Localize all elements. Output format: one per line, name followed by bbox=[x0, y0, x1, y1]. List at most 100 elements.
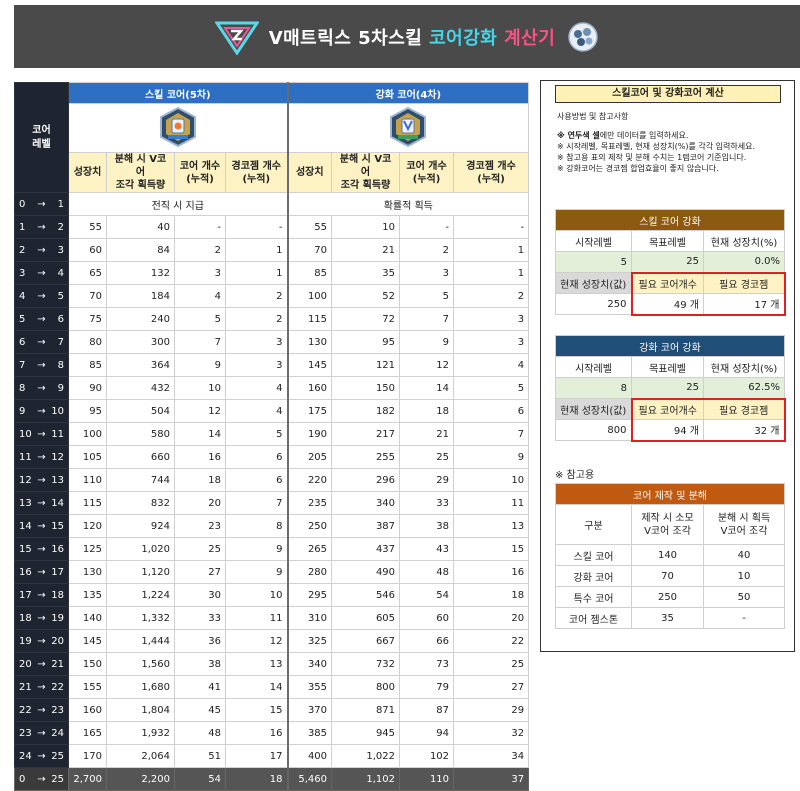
skill-gem-count-cell: 4 bbox=[224, 376, 289, 400]
skill-core-count-cell: 10 bbox=[174, 376, 226, 400]
level-range: 13 → 14 bbox=[14, 491, 69, 515]
enhance-gem-count-cell: 29 bbox=[453, 698, 530, 722]
skill-shard-cell: 300 bbox=[106, 330, 175, 354]
skill-target-level-input[interactable]: 25 bbox=[631, 251, 704, 273]
skill-growth-pct-input[interactable]: 0.0% bbox=[702, 251, 786, 273]
table-row: 10 → 11 100 580 14 5 190 217 21 7 bbox=[14, 422, 530, 446]
skill-core-count-cell: 2 bbox=[174, 238, 226, 262]
enhance-core-count-cell: 110 bbox=[399, 767, 455, 791]
skill-gem-count-cell: 7 bbox=[224, 491, 289, 515]
table-row: 15 → 16 125 1,020 25 9 265 437 43 15 bbox=[14, 537, 530, 561]
enhance-growth-cell: 280 bbox=[286, 560, 333, 584]
enhance-growth-cell: 250 bbox=[286, 514, 333, 538]
skill-gem-count-header: 경코젬 개수 (누적) bbox=[224, 152, 289, 193]
enhance-shard-header: 분해 시 V코어 조각 획득량 bbox=[331, 152, 401, 193]
skill-shard-cell: 744 bbox=[106, 468, 175, 492]
ref-cell-k: 특수 코어 bbox=[555, 586, 632, 608]
table-row: 23 → 24 165 1,932 48 16 385 945 94 32 bbox=[14, 721, 530, 745]
enhance-core-count-cell: 54 bbox=[399, 583, 455, 607]
enhance-growth-cell: 295 bbox=[286, 583, 333, 607]
enhance-target-level-input[interactable]: 25 bbox=[631, 377, 704, 399]
skill-core-count-cell: 9 bbox=[174, 353, 226, 377]
enhance-core-count-cell: 102 bbox=[399, 744, 455, 768]
skill-growth-cell: 120 bbox=[68, 514, 107, 538]
enhance-start-level-input[interactable]: 8 bbox=[555, 377, 632, 399]
enhance-core-count-cell: 12 bbox=[399, 353, 455, 377]
skill-shard-cell: 1,020 bbox=[106, 537, 175, 561]
v-matrix-logo-icon bbox=[214, 21, 259, 55]
enhance-shard-cell: 546 bbox=[331, 583, 401, 607]
enhance-core-count-cell: 9 bbox=[399, 330, 455, 354]
enhance-shard-cell: 387 bbox=[331, 514, 401, 538]
table-row: 4 → 5 70 184 4 2 100 52 5 2 bbox=[14, 284, 530, 308]
table-row: 20 → 21 150 1,560 38 13 340 732 73 25 bbox=[14, 652, 530, 676]
table-row: 22 → 23 160 1,804 45 15 370 871 87 29 bbox=[14, 698, 530, 722]
skill-start-level-input[interactable]: 5 bbox=[555, 251, 632, 273]
skill-growth-cell: 115 bbox=[68, 491, 107, 515]
enhance-core-count-cell: 94 bbox=[399, 721, 455, 745]
skill-gem-count-cell: 17 bbox=[224, 744, 289, 768]
skill-gem-count-cell: 3 bbox=[224, 330, 289, 354]
level-range: 5 → 6 bbox=[14, 307, 69, 331]
table-row: 24 → 25 170 2,064 51 17 400 1,022 102 34 bbox=[14, 744, 530, 768]
enhance-core-count-cell: 87 bbox=[399, 698, 455, 722]
need-gem-label: 필요 경코젬 bbox=[702, 271, 786, 294]
enhance-gem-count-cell: 1 bbox=[453, 238, 530, 262]
enhance-growth-pct-input[interactable]: 62.5% bbox=[702, 377, 786, 399]
level-range: 0 → 25 bbox=[14, 767, 69, 791]
skill-growth-cell: 95 bbox=[68, 399, 107, 423]
enhance-shard-cell: 1,022 bbox=[331, 744, 401, 768]
usage-notes: 사용방법 및 참고사항 ※ 연두색 셀에만 데이터를 입력하세요. ※ 시작레벨… bbox=[557, 111, 789, 174]
skill-core-count-cell: 23 bbox=[174, 514, 226, 538]
note-4: ※ 강화코어는 경코젬 합업효율이 좋지 않습니다. bbox=[557, 164, 719, 173]
skill-growth-cell: 135 bbox=[68, 583, 107, 607]
level-range: 14 → 15 bbox=[14, 514, 69, 538]
enhance-growth-cell: 5,460 bbox=[286, 767, 333, 791]
skill-core-count-cell: 45 bbox=[174, 698, 226, 722]
enhance-shard-cell: 667 bbox=[331, 629, 401, 653]
level-range: 12 → 13 bbox=[14, 468, 69, 492]
table-row: 18 → 19 140 1,332 33 11 310 605 60 20 bbox=[14, 606, 530, 630]
skill-growth-cell: 160 bbox=[68, 698, 107, 722]
enhance-core-count-cell: 21 bbox=[399, 422, 455, 446]
skill-shard-cell: 40 bbox=[106, 215, 175, 239]
ref-cell-a: 70 bbox=[631, 565, 704, 587]
skill-core-count-cell: 33 bbox=[174, 606, 226, 630]
enhance-core-count-cell: 79 bbox=[399, 675, 455, 699]
skill-growth-cell: 155 bbox=[68, 675, 107, 699]
enhance-growth-cell: 265 bbox=[286, 537, 333, 561]
enhance-core-icon bbox=[390, 106, 427, 147]
ref-cell-k: 스킬 코어 bbox=[555, 544, 632, 566]
enhance-shard-cell: 121 bbox=[331, 353, 401, 377]
skill-core-count-cell: 41 bbox=[174, 675, 226, 699]
enhance-gem-count-cell: - bbox=[453, 215, 530, 239]
enhance-growth-cell: 55 bbox=[286, 215, 333, 239]
level-range: 23 → 24 bbox=[14, 721, 69, 745]
enhance-shard-cell: 10 bbox=[331, 215, 401, 239]
craft-disassemble-table: 코어 제작 및 분해 구분 제작 시 소모 V코어 조각 분해 시 획득 V코어… bbox=[554, 483, 786, 629]
current-growth-value-label: 현재 성장치(값) bbox=[555, 398, 632, 420]
enhance-core-count-cell: 60 bbox=[399, 606, 455, 630]
level-range: 7 → 8 bbox=[14, 353, 69, 377]
table-row: 5 → 6 75 240 5 2 115 72 7 3 bbox=[14, 307, 530, 331]
enhance-shard-cell: 437 bbox=[331, 537, 401, 561]
skill-need-core-value: 49 개 bbox=[630, 293, 704, 316]
skill-gem-count-cell: 13 bbox=[224, 652, 289, 676]
skill-growth-cell: 110 bbox=[68, 468, 107, 492]
skill-growth-cell: 165 bbox=[68, 721, 107, 745]
skill-growth-cell: 150 bbox=[68, 652, 107, 676]
skill-core-count-cell: 16 bbox=[174, 445, 226, 469]
skill-gem-count-cell: 1 bbox=[224, 261, 289, 285]
skill-core-title: 스킬 코어(5차) bbox=[67, 82, 289, 104]
enhance-gem-count-cell: 20 bbox=[453, 606, 530, 630]
skill-growth-cell: 2,700 bbox=[68, 767, 107, 791]
enhance-gem-count-cell: 4 bbox=[453, 353, 530, 377]
table-row: 6 → 7 80 300 7 3 130 95 9 3 bbox=[14, 330, 530, 354]
enhance-shard-cell: 605 bbox=[331, 606, 401, 630]
enhance-core-calc: 강화 코어 강화 시작레벨 목표레벨 현재 성장치(%) 8 25 62.5% … bbox=[554, 335, 786, 442]
skill-shard-cell: 2,064 bbox=[106, 744, 175, 768]
skill-gem-count-cell: 12 bbox=[224, 629, 289, 653]
enhance-core-count-cell: - bbox=[399, 215, 455, 239]
enhance-gem-count-cell: 2 bbox=[453, 284, 530, 308]
enhance-gem-count-cell: 34 bbox=[453, 744, 530, 768]
